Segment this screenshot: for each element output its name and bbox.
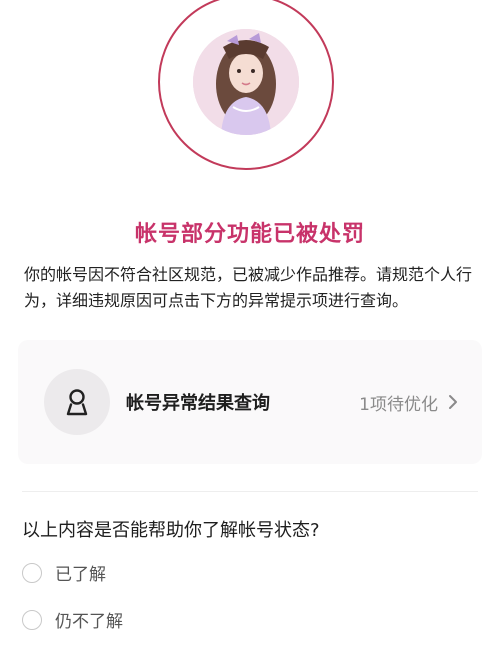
notice-description: 你的帐号因不符合社区规范，已被减少作品推荐。请规范个人行为，详细违规原因可点击下… [24, 265, 473, 310]
user-outline-icon [44, 369, 110, 435]
radio-still-not-understood[interactable] [22, 609, 42, 630]
avatar-ring [158, 0, 334, 170]
option-label: 仍不了解 [55, 612, 123, 632]
account-abnormal-result-card[interactable]: 帐号异常结果查询 1项待优化 [18, 340, 482, 464]
chevron-right-icon [448, 394, 458, 410]
notice-title: 帐号部分功能已被处罚 [134, 222, 365, 247]
option-still-not-understood[interactable]: 仍不了解 [22, 607, 123, 632]
option-understood[interactable]: 已了解 [22, 560, 106, 585]
option-label: 已了解 [55, 565, 106, 585]
avatar [193, 29, 299, 135]
survey-question: 以上内容是否能帮助你了解帐号状态? [22, 520, 320, 541]
card-label: 帐号异常结果查询 [126, 393, 270, 414]
avatar-photo-icon [193, 29, 299, 135]
card-status: 1项待优化 [359, 394, 438, 415]
radio-understood[interactable] [22, 562, 42, 583]
divider [22, 491, 478, 492]
